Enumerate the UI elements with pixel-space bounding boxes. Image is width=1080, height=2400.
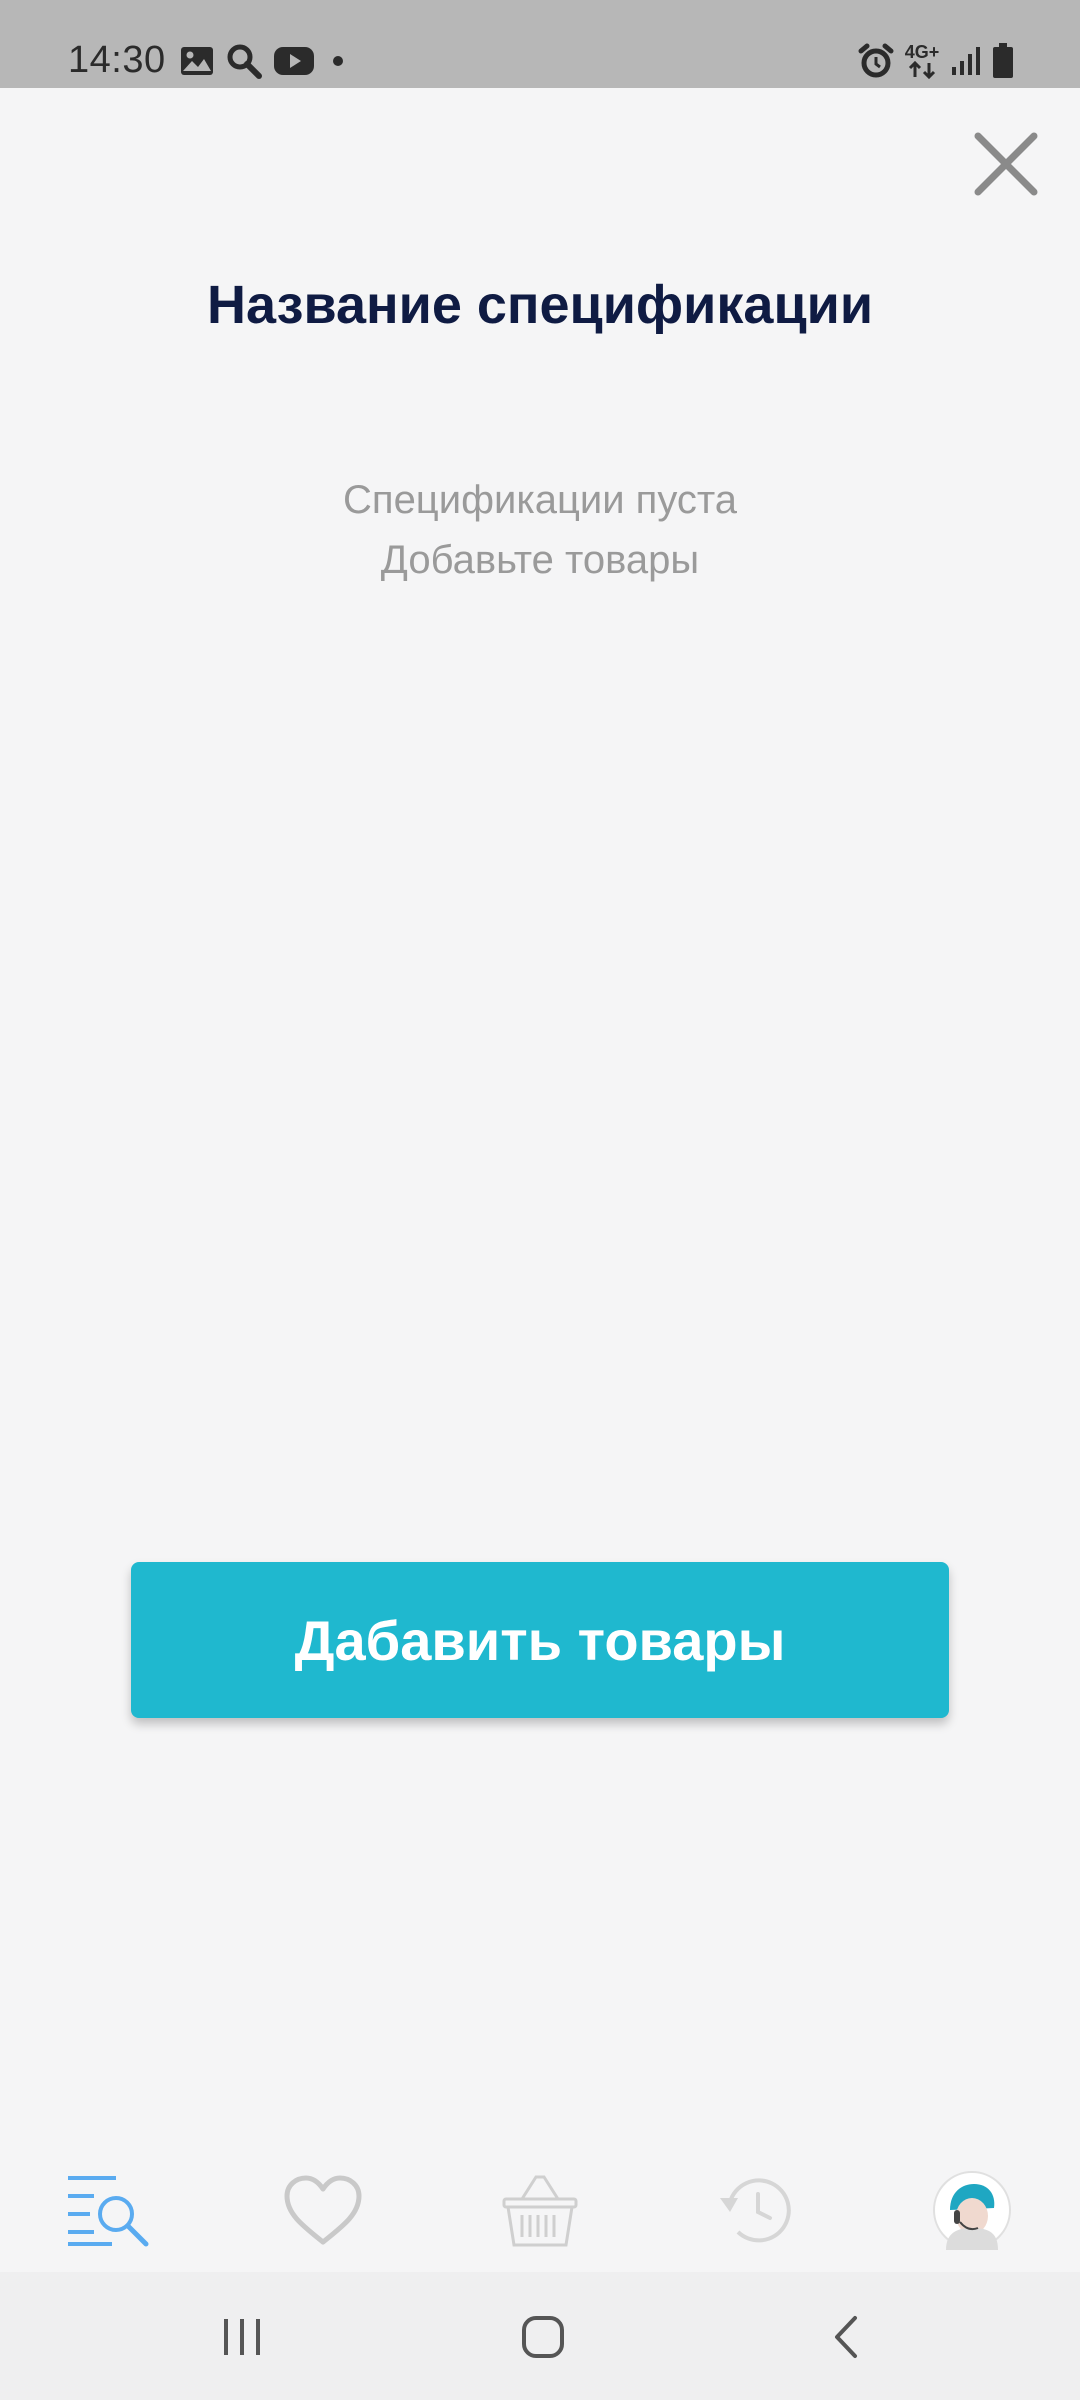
gallery-icon — [181, 47, 213, 75]
signal-icon — [952, 47, 980, 75]
youtube-icon — [274, 47, 314, 75]
basket-icon — [502, 2175, 578, 2247]
tab-basket[interactable] — [480, 2150, 600, 2270]
status-time: 14:30 — [68, 39, 166, 81]
page-title: Название спецификации — [206, 275, 874, 335]
home-icon — [522, 2316, 564, 2358]
close-icon — [974, 132, 1038, 196]
network-icon: 4G+ — [904, 41, 940, 81]
battery-icon — [993, 43, 1013, 78]
recent-apps-icon — [224, 2319, 260, 2355]
tab-history[interactable] — [696, 2150, 816, 2270]
dot-icon — [333, 56, 343, 66]
tab-catalog-search[interactable] — [48, 2150, 168, 2270]
close-button[interactable] — [966, 124, 1046, 204]
tab-profile[interactable] — [912, 2150, 1032, 2270]
status-bar: 14:30 4G+ — [0, 0, 1080, 88]
empty-state-line-2: Добавьте товары — [380, 538, 700, 582]
back-icon — [835, 2316, 857, 2358]
empty-state-message: Спецификации пуста Добавьте товары — [0, 470, 1080, 590]
catalog-search-icon — [68, 2176, 149, 2247]
status-icons-left — [180, 40, 350, 82]
network-label: 4G+ — [904, 42, 940, 62]
avatar-icon — [933, 2171, 1011, 2250]
app-screen: 14:30 4G+ Название спецификации Специфик… — [0, 0, 1080, 2400]
recent-apps-button[interactable] — [182, 2292, 302, 2382]
home-button[interactable] — [483, 2292, 603, 2382]
search-icon — [227, 44, 262, 79]
history-icon — [720, 2178, 791, 2243]
status-icons-right: 4G+ — [858, 40, 1014, 82]
tab-favorites[interactable] — [263, 2150, 383, 2270]
alarm-icon — [858, 43, 894, 78]
empty-state-line-1: Спецификации пуста — [343, 478, 737, 522]
heart-icon — [284, 2175, 362, 2245]
back-button[interactable] — [786, 2292, 906, 2382]
add-products-button[interactable]: Дабавить товары — [131, 1562, 949, 1718]
system-nav-bar — [0, 2272, 1080, 2400]
bottom-tab-bar — [0, 2150, 1080, 2270]
